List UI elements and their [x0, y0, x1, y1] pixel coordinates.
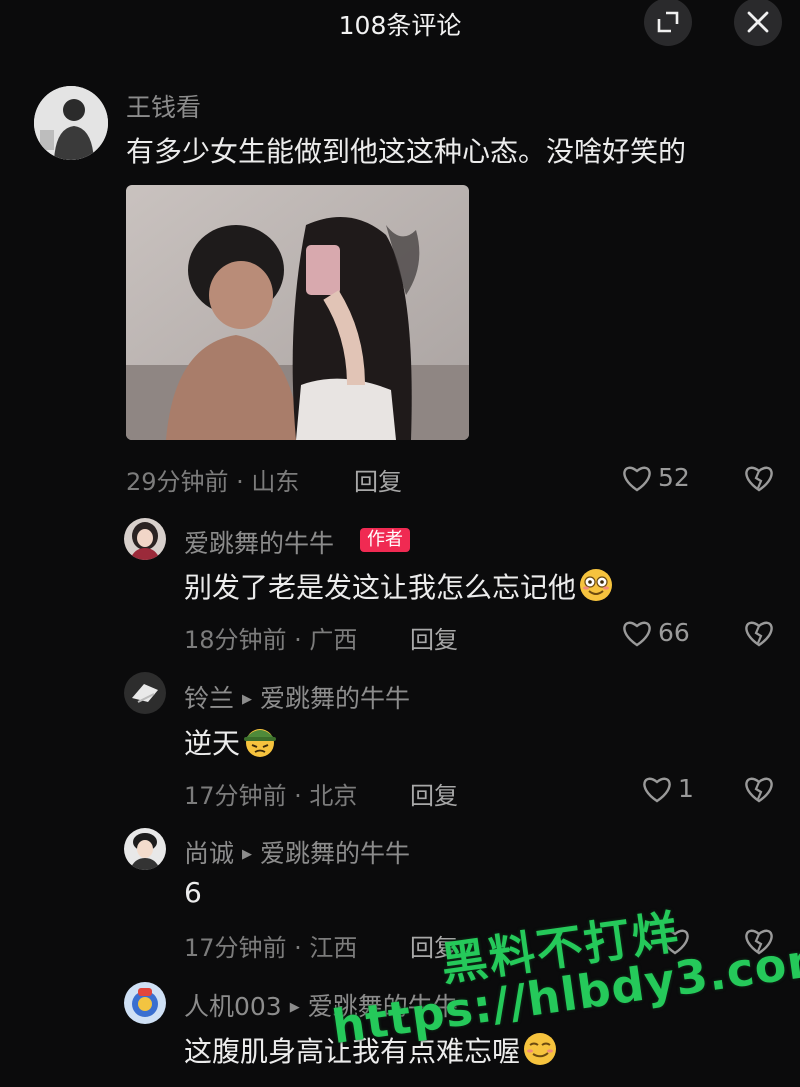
comment-username[interactable]: 王钱看: [126, 88, 201, 124]
author-badge: 作者: [360, 528, 410, 552]
avatar[interactable]: [124, 518, 166, 560]
reply-button[interactable]: 回复: [410, 620, 458, 655]
heart-icon: [643, 777, 671, 802]
reply-to-username[interactable]: 爱跳舞的牛牛: [260, 839, 410, 868]
broken-heart-icon: [745, 466, 773, 492]
reply-button[interactable]: 回复: [354, 462, 402, 497]
heart-icon: [623, 466, 651, 491]
like-count: 66: [658, 618, 690, 647]
grinning-emoji-icon: [580, 569, 613, 601]
comment-time-location: 18分钟前 · 广西: [184, 626, 358, 654]
close-icon: [747, 11, 769, 33]
smirk-emoji-icon: [524, 1033, 557, 1065]
reply-arrow-icon: ▶: [242, 847, 253, 862]
like-button[interactable]: 52: [622, 463, 690, 492]
like-count: 1: [678, 774, 694, 803]
comment-username[interactable]: 爱跳舞的牛牛: [184, 524, 334, 560]
comment-time-location: 17分钟前 · 江西: [184, 934, 358, 962]
army-helmet-emoji-icon: [244, 729, 277, 757]
comment-text: 有多少女生能做到他这这种心态。没啥好笑的: [126, 135, 687, 168]
comment-time-location: 29分钟前 · 山东: [126, 468, 300, 496]
heart-icon: [623, 621, 651, 646]
like-count: 52: [658, 463, 690, 492]
dislike-button[interactable]: [744, 775, 774, 807]
close-button[interactable]: [734, 0, 782, 46]
like-button[interactable]: 66: [622, 618, 690, 647]
dislike-button[interactable]: [744, 619, 774, 651]
comment-attached-photo[interactable]: [126, 185, 469, 440]
reply-arrow-icon: ▶: [242, 692, 253, 707]
avatar[interactable]: [124, 828, 166, 870]
dislike-button[interactable]: [744, 464, 774, 496]
like-button[interactable]: 1: [642, 774, 694, 803]
comment-text: 别发了老是发这让我怎么忘记他: [184, 566, 614, 606]
comment-username[interactable]: 铃兰 ▶ 爱跳舞的牛牛: [184, 679, 410, 715]
broken-heart-icon: [745, 777, 773, 803]
comment-text: 逆天: [184, 722, 278, 762]
avatar[interactable]: [34, 86, 108, 160]
avatar[interactable]: [124, 982, 166, 1024]
comments-header: 108条评论: [0, 0, 800, 60]
expand-icon: [657, 11, 679, 33]
broken-heart-icon: [745, 621, 773, 647]
reply-button[interactable]: 回复: [410, 776, 458, 811]
comment-username[interactable]: 尚诚 ▶ 爱跳舞的牛牛: [184, 834, 410, 870]
comments-panel: 108条评论 王钱看 有多少女生能做到他这这种心态。没啥好笑的 29分钟前 · …: [0, 0, 800, 1087]
comment-text: 6: [184, 876, 202, 909]
comment-time-location: 17分钟前 · 北京: [184, 782, 358, 810]
expand-button[interactable]: [644, 0, 692, 46]
reply-arrow-icon: ▶: [289, 1000, 300, 1015]
reply-to-username[interactable]: 爱跳舞的牛牛: [260, 684, 410, 713]
avatar[interactable]: [124, 672, 166, 714]
